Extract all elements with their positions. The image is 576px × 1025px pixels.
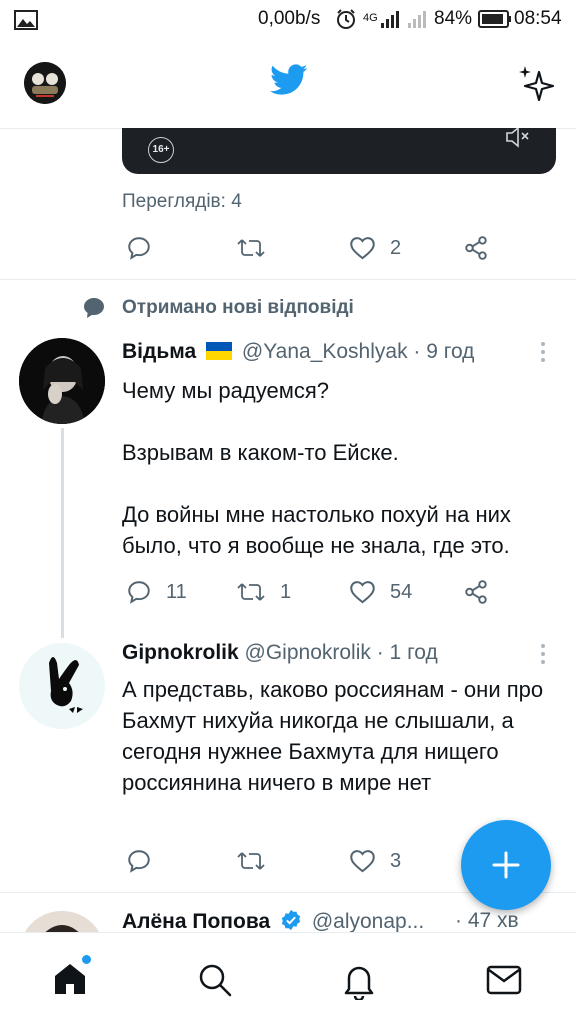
mail-icon[interactable] — [486, 964, 522, 996]
network-speed: 0,00b/s — [258, 8, 321, 29]
author-name[interactable]: Алёна Попова — [122, 910, 270, 933]
retweet-button[interactable] — [236, 235, 266, 261]
new-replies-banner[interactable]: Отримано нові відповіді — [122, 297, 354, 319]
share-icon — [465, 236, 487, 260]
reply-button[interactable]: 11 — [126, 579, 187, 605]
divider — [0, 279, 576, 280]
handle-and-time: @Yana_Koshlyak · 9 год — [241, 340, 475, 363]
more-options-icon[interactable] — [541, 644, 547, 668]
signal-strength-2-icon — [408, 11, 426, 28]
battery-percent: 84% — [434, 8, 473, 29]
heart-icon — [350, 237, 375, 260]
retweet-icon — [237, 852, 265, 870]
like-count: 54 — [390, 580, 413, 603]
bunny-logo-icon — [19, 643, 105, 729]
retweet-icon — [237, 583, 265, 601]
thread-connector — [61, 428, 64, 638]
reply-icon — [128, 581, 150, 604]
network-type: 4G — [363, 12, 378, 24]
tweet-text-line: Взрывам в каком-то Ейске. — [122, 440, 399, 465]
author-name[interactable]: Gipnokrolik — [122, 641, 239, 664]
search-icon[interactable] — [197, 962, 233, 998]
age-rating-badge: 16+ — [148, 137, 174, 163]
share-button[interactable] — [463, 235, 489, 261]
heart-icon — [350, 850, 375, 873]
tweet-header: Алёна Попова @alyonap... — [122, 909, 424, 934]
author-handle: @alyonap... — [311, 910, 425, 933]
author-avatar[interactable] — [19, 338, 105, 424]
author-name[interactable]: Відьма — [122, 340, 196, 363]
twitter-bird-icon[interactable] — [270, 64, 308, 96]
view-count: Переглядів: 4 — [122, 191, 242, 212]
like-button[interactable]: 3 — [349, 848, 401, 874]
ukraine-flag-icon — [206, 342, 233, 360]
reply-icon — [128, 237, 150, 260]
image-icon — [14, 10, 38, 30]
retweet-icon — [237, 239, 265, 257]
profile-avatar[interactable] — [24, 62, 66, 104]
signal-strength-icon — [381, 11, 399, 28]
nav-home[interactable] — [50, 955, 94, 1003]
retweet-button[interactable]: 1 — [236, 579, 291, 605]
like-button[interactable]: 54 — [349, 579, 412, 605]
retweet-count: 1 — [280, 580, 292, 603]
like-button[interactable]: 2 — [349, 235, 401, 261]
reply-icon — [128, 850, 150, 873]
like-count: 3 — [390, 849, 402, 872]
author-avatar[interactable] — [19, 643, 105, 729]
battery-icon — [478, 10, 511, 28]
muted-speaker-icon[interactable] — [504, 128, 530, 148]
reply-button[interactable] — [126, 235, 152, 261]
video-media[interactable]: 16+ — [122, 128, 556, 174]
sparkle-icon[interactable] — [517, 64, 557, 104]
alarm-icon — [337, 9, 355, 29]
verified-badge-icon — [281, 909, 301, 931]
tweet-header: Gipnokrolik @Gipnokrolik · 1 год — [122, 641, 438, 665]
top-app-bar — [0, 40, 576, 129]
bottom-navigation — [0, 932, 576, 1025]
retweet-button[interactable] — [236, 848, 266, 874]
tweet-text-line: Чему мы радуемся? — [122, 378, 330, 403]
reply-count: 11 — [166, 580, 187, 603]
tweet-text: А представь, каково россиянам - они про … — [122, 677, 544, 795]
heart-icon — [350, 581, 375, 604]
like-count: 2 — [390, 236, 402, 259]
compose-tweet-button[interactable] — [461, 820, 551, 910]
more-options-icon[interactable] — [541, 342, 547, 366]
clock: 08:54 — [514, 8, 562, 29]
share-icon — [465, 580, 487, 604]
reply-button[interactable] — [126, 848, 152, 874]
status-bar: 0,00b/s 4G 84% 08:54 — [0, 0, 576, 40]
speech-bubble-icon — [84, 298, 104, 318]
share-button[interactable] — [463, 579, 489, 605]
tweet-text-paragraph: До войны мне настолько похуй на них было… — [122, 502, 511, 558]
tweet-header: Відьма @Yana_Koshlyak · 9 год — [122, 340, 474, 364]
tweet-time: · 47 хв — [455, 909, 519, 932]
handle-and-time: @Gipnokrolik · 1 год — [244, 641, 438, 664]
bell-icon[interactable] — [341, 962, 377, 1000]
home-icon — [55, 964, 85, 994]
plus-icon — [492, 851, 520, 879]
notification-dot — [82, 955, 91, 964]
